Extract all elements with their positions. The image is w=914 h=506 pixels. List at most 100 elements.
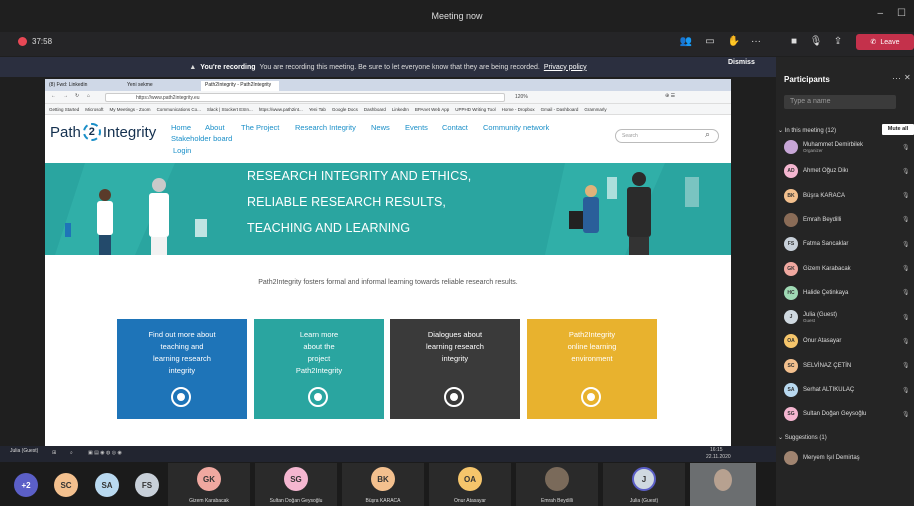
participant-row[interactable]: OA Onur Atasayar 🎙: [784, 332, 910, 350]
microphone-icon[interactable]: 🎙: [902, 387, 910, 394]
bookmark-item[interactable]: UPPHD Writing Tool: [455, 107, 495, 112]
microphone-icon[interactable]: 🎙: [902, 314, 910, 321]
search-icon[interactable]: ⌕: [70, 450, 73, 456]
dismiss-button[interactable]: Dismiss: [728, 59, 755, 66]
raise-hand-icon[interactable]: ✋: [724, 33, 744, 51]
bookmark-item[interactable]: Slack | Stockert ESIn...: [207, 107, 253, 112]
card-dialogues[interactable]: Dialogues about learning research integr…: [390, 319, 520, 419]
more-options-icon[interactable]: ···: [892, 73, 901, 83]
home-icon[interactable]: ⌂: [87, 93, 90, 99]
participant-search-input[interactable]: Type a name: [784, 95, 896, 109]
microphone-icon[interactable]: 🎙: [902, 168, 910, 175]
participant-row[interactable]: HC Halide Çetinkaya 🎙: [784, 284, 910, 302]
bookmark-item[interactable]: Getting Started: [49, 107, 79, 112]
participant-row[interactable]: FS Fatma Sancaklar 🎙: [784, 235, 910, 253]
participant-avatar[interactable]: FS: [135, 473, 159, 497]
browser-tab[interactable]: (8) Fwd: Linkedin: [45, 81, 123, 91]
microphone-icon[interactable]: 🎙: [902, 192, 910, 199]
video-tile[interactable]: BK Büşra KARACA: [342, 463, 424, 506]
bookmark-item[interactable]: Google Docs: [332, 107, 358, 112]
card-online-learning[interactable]: Path2Integrity online learning environme…: [527, 319, 657, 419]
bookmark-item[interactable]: Grammarly: [584, 107, 606, 112]
participant-row[interactable]: J Julia (Guest) Guest 🎙: [784, 308, 910, 326]
nav-research-integrity[interactable]: Research Integrity: [295, 123, 356, 132]
video-tile[interactable]: GK Gizem Karabacak: [168, 463, 250, 506]
camera-icon[interactable]: ■: [784, 33, 804, 51]
leave-button[interactable]: ✆ Leave: [856, 34, 914, 50]
bookmark-item[interactable]: LinkedIn: [392, 107, 409, 112]
bookmark-item[interactable]: Communications Co...: [157, 107, 201, 112]
video-tile[interactable]: SG Sultan Doğan Geysoğlu: [255, 463, 337, 506]
microphone-icon[interactable]: 🎙: [902, 241, 910, 248]
suggested-participant[interactable]: Meryem Işıl Demirtaş: [784, 449, 860, 467]
windows-start-icon[interactable]: ⊞: [52, 450, 56, 456]
participant-row[interactable]: SA Serhat ALTIKULAÇ 🎙: [784, 381, 910, 399]
video-tile[interactable]: Emrah Beydilli: [516, 463, 598, 506]
privacy-policy-link[interactable]: Privacy policy: [544, 64, 587, 71]
nav-stakeholder-board[interactable]: Stakeholder board: [171, 134, 232, 143]
microphone-icon[interactable]: 🎙: [902, 265, 910, 272]
reload-icon[interactable]: ↻: [75, 93, 79, 99]
bookmark-item[interactable]: Yeni Tab: [309, 107, 326, 112]
bookmark-item[interactable]: https://www.path2int...: [259, 107, 303, 112]
video-tile[interactable]: J Julia (Guest): [603, 463, 685, 506]
participant-row[interactable]: SC SELVİNAZ ÇETİN 🎙: [784, 357, 910, 375]
microphone-icon[interactable]: 🎙: [902, 289, 910, 296]
microphone-icon[interactable]: 🎙: [902, 362, 910, 369]
suggestions-header[interactable]: ⌄ Suggestions (1): [778, 434, 827, 441]
minimize-icon[interactable]: –: [877, 8, 883, 19]
radio-circle-icon[interactable]: [581, 387, 601, 407]
microphone-icon[interactable]: 🎙: [902, 216, 910, 223]
participant-row[interactable]: SG Sultan Doğan Geysoğlu 🎙: [784, 405, 910, 423]
more-participants-badge[interactable]: +2: [14, 473, 38, 497]
address-bar[interactable]: https://www.path2integrity.eu: [105, 93, 505, 102]
radio-circle-icon[interactable]: [444, 387, 464, 407]
radio-circle-icon[interactable]: [308, 387, 328, 407]
bookmark-item[interactable]: Dashboard: [364, 107, 386, 112]
participant-avatar[interactable]: SC: [54, 473, 78, 497]
close-icon[interactable]: ✕: [904, 73, 911, 82]
site-search-input[interactable]: Search: [615, 129, 719, 143]
participants-icon[interactable]: 👥: [676, 33, 696, 51]
radio-circle-icon[interactable]: [171, 387, 191, 407]
bookmark-item[interactable]: My Meetings - Zoom: [110, 107, 151, 112]
mute-all-button[interactable]: Mute all: [882, 124, 914, 135]
bookmark-item[interactable]: Gmail - Dashboard: [541, 107, 579, 112]
bookmark-item[interactable]: Microsoft: [85, 107, 103, 112]
microphone-icon[interactable]: 🎙: [806, 33, 826, 51]
participant-row[interactable]: Emrah Beydilli 🎙: [784, 211, 910, 229]
microphone-icon[interactable]: 🎙: [902, 338, 910, 345]
nav-login[interactable]: Login: [173, 146, 191, 155]
in-meeting-header[interactable]: ⌄ In this meeting (12): [778, 127, 836, 134]
more-options-icon[interactable]: ···: [746, 33, 766, 51]
share-screen-icon[interactable]: ⇪: [828, 33, 848, 51]
nav-contact[interactable]: Contact: [442, 123, 468, 132]
microphone-icon[interactable]: 🎙: [902, 411, 910, 418]
nav-events[interactable]: Events: [405, 123, 428, 132]
bookmark-item[interactable]: Home - Dropbox: [502, 107, 535, 112]
nav-community-network[interactable]: Community network: [483, 123, 549, 132]
microphone-icon[interactable]: 🎙: [902, 144, 910, 151]
extension-icons[interactable]: ⊕ ☰: [665, 93, 675, 99]
bookmark-item[interactable]: BPAnet Web App: [415, 107, 449, 112]
participant-row[interactable]: BK Büşra KARACA 🎙: [784, 187, 910, 205]
video-tile[interactable]: OA Onur Atasayar: [429, 463, 511, 506]
maximize-icon[interactable]: ☐: [897, 8, 906, 19]
search-icon[interactable]: ⌕: [705, 129, 710, 140]
nav-the-project[interactable]: The Project: [241, 123, 279, 132]
card-teaching[interactable]: Find out more about teaching and learnin…: [117, 319, 247, 419]
site-logo[interactable]: Path 2 Integrity: [50, 123, 156, 141]
participant-row[interactable]: AD Ahmet Oğuz Dikı 🎙: [784, 162, 910, 180]
forward-icon[interactable]: →: [63, 93, 68, 99]
chat-icon[interactable]: ▭: [700, 33, 720, 51]
card-project[interactable]: Learn more about the project Path2Integr…: [254, 319, 384, 419]
back-icon[interactable]: ←: [51, 93, 56, 99]
browser-tab-active[interactable]: Path2Integrity - Path2Integrity: [201, 81, 279, 91]
nav-news[interactable]: News: [371, 123, 390, 132]
taskbar-apps-icon[interactable]: ▣ ▤ ◉ ◍ ◎ ◉: [88, 450, 122, 456]
participant-row[interactable]: GK Gizem Karabacak 🎙: [784, 260, 910, 278]
browser-tab[interactable]: Yeni sekme: [123, 81, 201, 91]
nav-home[interactable]: Home: [171, 123, 191, 132]
nav-about[interactable]: About: [205, 123, 225, 132]
participant-avatar[interactable]: SA: [95, 473, 119, 497]
